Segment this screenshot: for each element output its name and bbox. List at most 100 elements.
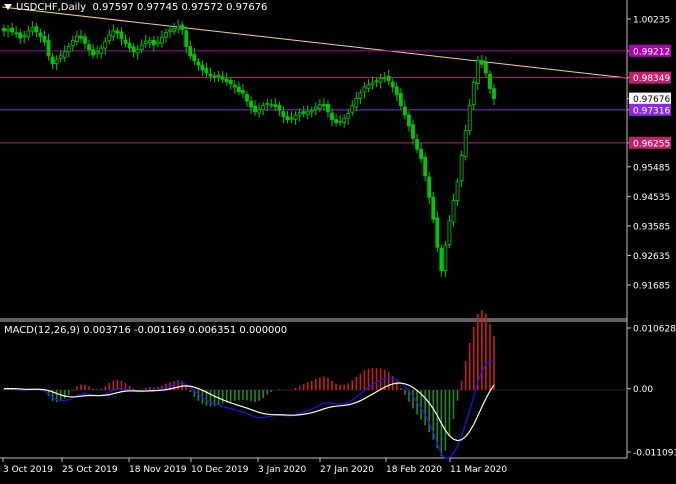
candle-body (54, 59, 59, 65)
candle-body (475, 60, 480, 84)
candle-body (479, 60, 484, 65)
price-scale[interactable]: 1.00235 0.99212 0.98349 0.976760.97316 0.962… (627, 16, 671, 292)
dropdown-triangle-icon[interactable] (4, 4, 12, 10)
macd-scale[interactable]: 0.010628 0.00 -0.011093 (627, 325, 676, 459)
candle-body (403, 106, 407, 116)
candle-body (488, 73, 492, 89)
candle-body (127, 43, 132, 49)
candle-body (14, 32, 19, 35)
candle-body (26, 30, 31, 38)
candle-body (386, 76, 391, 82)
candle-body (164, 32, 168, 38)
chart-canvas[interactable]: 1.00235 0.99212 0.98349 0.976760.97316 0.962… (0, 0, 676, 480)
candle-body (297, 112, 302, 116)
candle-body (281, 111, 286, 117)
candle-body (160, 36, 164, 44)
price-scale-label: 0.94535 (633, 193, 670, 203)
candle-body (354, 98, 359, 108)
candle-body (350, 105, 355, 113)
candle-body (22, 35, 27, 38)
candle-body (305, 111, 310, 116)
time-scale-label: 3 Oct 2019 (3, 465, 53, 475)
candle-body (447, 220, 452, 245)
candle-body (338, 120, 343, 123)
time-scale[interactable]: 3 Oct 2019 25 Oct 2019 18 Nov 2019 10 Dec 2… (2, 458, 507, 475)
candle-body (91, 49, 95, 56)
candle-body (277, 104, 282, 111)
macd-scale-label: 0.010628 (633, 325, 676, 335)
candle-body (38, 32, 43, 37)
candle-body (249, 100, 253, 108)
candle-body (241, 90, 245, 94)
candle-body (459, 155, 464, 182)
candle-body (18, 32, 23, 39)
candle-body (58, 55, 63, 60)
candle-body (419, 148, 424, 159)
candle-body (115, 30, 120, 34)
candle-body (427, 176, 432, 198)
time-scale-label: 10 Dec 2019 (191, 465, 249, 475)
candle-body (139, 44, 144, 51)
candle-body (423, 156, 428, 177)
candle-body (382, 77, 387, 80)
symbol-label: USDCHF,Daily (16, 2, 87, 13)
candle-body (289, 117, 294, 120)
candle-body (50, 56, 55, 65)
candle-body (79, 35, 83, 39)
candle-body (253, 105, 257, 113)
candle-body (370, 82, 375, 86)
candle-body (317, 104, 322, 109)
candle-body (70, 39, 75, 46)
candle-body (342, 117, 347, 123)
candle-body (273, 104, 278, 107)
price-scale-label: 0.91685 (633, 282, 670, 292)
candle-body (200, 64, 205, 71)
candle-body (245, 94, 249, 102)
candle-body (443, 245, 448, 271)
candle-body (390, 81, 395, 88)
candle-body (208, 73, 213, 77)
candle-body (42, 35, 47, 43)
candle-body (346, 113, 351, 119)
candle-body (168, 29, 172, 32)
candle-body (135, 49, 140, 54)
candle-body (212, 75, 217, 78)
price-candles (2, 19, 496, 278)
candle-body (46, 40, 51, 57)
price-scale-label: 0.98349 (633, 74, 670, 84)
candle-body (34, 26, 39, 33)
candle-body (374, 80, 379, 83)
time-scale-label: 18 Feb 2020 (386, 465, 442, 475)
candle-body (192, 54, 197, 61)
candle-body (232, 84, 237, 88)
candle-body (435, 217, 440, 248)
candle-body (411, 124, 415, 139)
chart-window[interactable]: 1.00235 0.99212 0.98349 0.97676 0.97316 0.962… (0, 0, 676, 480)
candle-body (99, 47, 104, 54)
candle-body (83, 36, 87, 44)
candle-body (103, 41, 108, 49)
candle-body (265, 103, 270, 105)
candle-body (2, 28, 6, 32)
horizontal-levels[interactable] (0, 50, 627, 144)
price-scale-label: 0.96255 (633, 139, 670, 149)
candle-body (313, 106, 318, 110)
candle-body (322, 104, 326, 107)
candle-body (484, 62, 488, 74)
candle-body (334, 119, 338, 124)
candle-body (394, 86, 399, 96)
macd-values: 0.003716 -0.001169 0.006351 0.000000 (83, 325, 288, 336)
candle-body (224, 78, 229, 83)
candle-body (220, 76, 225, 80)
candle-body (358, 92, 363, 99)
ohlc-values: 0.97597 0.97745 0.97572 0.97676 (92, 2, 268, 13)
candle-body (463, 130, 468, 158)
candle-body (362, 86, 367, 93)
trend-line[interactable] (1, 6, 628, 79)
price-scale-label: 0.93585 (633, 222, 670, 232)
candle-body (330, 112, 334, 121)
candle-body (6, 29, 10, 32)
candle-body (111, 30, 116, 37)
candle-body (176, 25, 181, 30)
candle-body (451, 200, 456, 223)
